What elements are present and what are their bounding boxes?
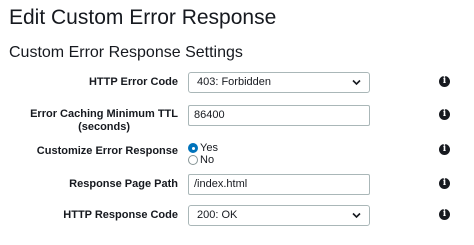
error-caching-ttl-label: Error Caching Minimum TTL (seconds)	[30, 108, 178, 134]
chevron-down-icon	[352, 212, 361, 219]
info-icon[interactable]: i	[439, 76, 450, 87]
error-caching-ttl-input[interactable]: 86400	[188, 105, 370, 126]
http-response-code-value: 200: OK	[197, 209, 238, 221]
response-page-path-label: Response Page Path	[69, 178, 178, 190]
radio-yes-label: Yes	[200, 142, 218, 154]
radio-yes-button[interactable]	[188, 143, 198, 153]
edit-custom-error-response-page: Edit Custom Error Response Custom Error …	[0, 0, 474, 245]
radio-option-yes[interactable]: Yes	[188, 142, 218, 154]
radio-no-button[interactable]	[188, 155, 198, 165]
section-title: Custom Error Response Settings	[9, 44, 243, 61]
http-error-code-value: 403: Forbidden	[197, 76, 271, 88]
radio-no-label: No	[200, 154, 215, 166]
page-title: Edit Custom Error Response	[9, 6, 277, 29]
http-error-code-select[interactable]: 403: Forbidden	[188, 72, 370, 93]
http-error-code-label: HTTP Error Code	[88, 76, 178, 88]
customize-error-response-radio-group: Yes No	[188, 142, 218, 166]
error-caching-ttl-label-line2: (seconds)	[78, 121, 131, 133]
http-response-code-row: HTTP Response Code 200: OK i	[0, 205, 474, 226]
response-page-path-input[interactable]: /index.html	[188, 174, 370, 195]
radio-option-no[interactable]: No	[188, 154, 218, 166]
customize-error-response-label: Customize Error Response	[36, 145, 178, 157]
info-icon[interactable]: i	[439, 144, 450, 155]
error-caching-ttl-label-line1: Error Caching Minimum TTL	[30, 108, 178, 120]
http-response-code-select[interactable]: 200: OK	[188, 205, 370, 226]
http-response-code-label: HTTP Response Code	[63, 209, 178, 221]
http-error-code-row: HTTP Error Code 403: Forbidden i	[0, 72, 474, 93]
info-icon[interactable]: i	[439, 178, 450, 189]
info-icon[interactable]: i	[439, 209, 450, 220]
info-icon[interactable]: i	[439, 109, 450, 120]
chevron-down-icon	[352, 79, 361, 86]
